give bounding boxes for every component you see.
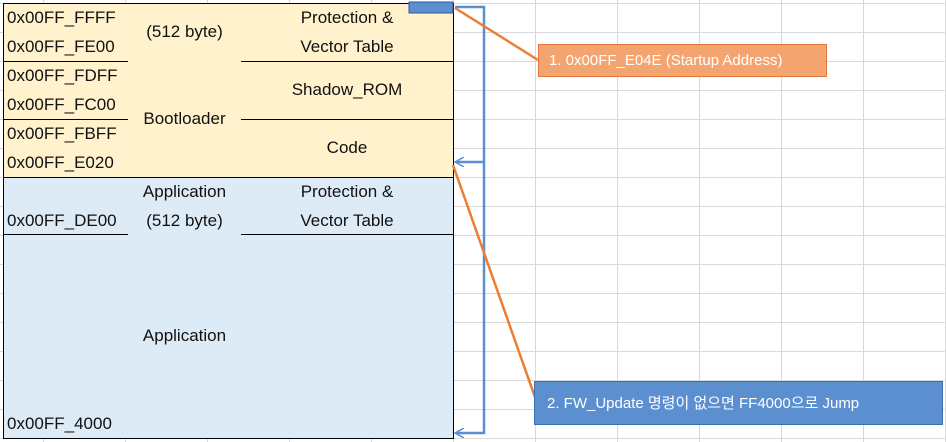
jump-arrow — [456, 162, 486, 433]
startup-connector — [454, 6, 539, 62]
startup-marker — [408, 1, 454, 14]
jump-connector — [451, 164, 538, 401]
startup-arrow — [455, 5, 486, 162]
startup-address-note: 1. 0x00FF_E04E (Startup Address) — [538, 44, 827, 77]
jump-note: 2. FW_Update 명령이 없으면 FF4000으로 Jump — [534, 381, 943, 425]
